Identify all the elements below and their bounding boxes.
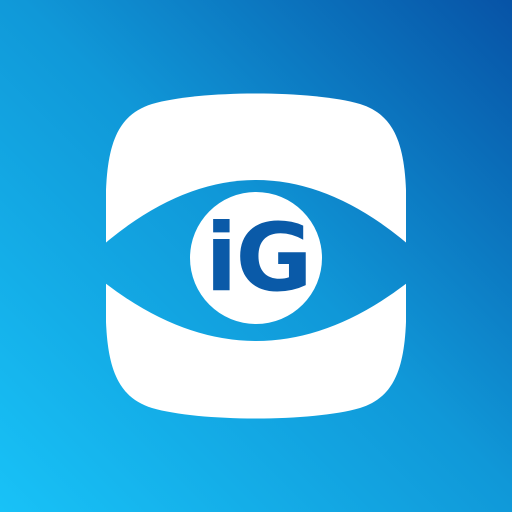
app-icon[interactable]: iG bbox=[0, 0, 512, 512]
logo-text: iG bbox=[205, 204, 310, 313]
app-icon-graphic: iG bbox=[0, 0, 512, 512]
